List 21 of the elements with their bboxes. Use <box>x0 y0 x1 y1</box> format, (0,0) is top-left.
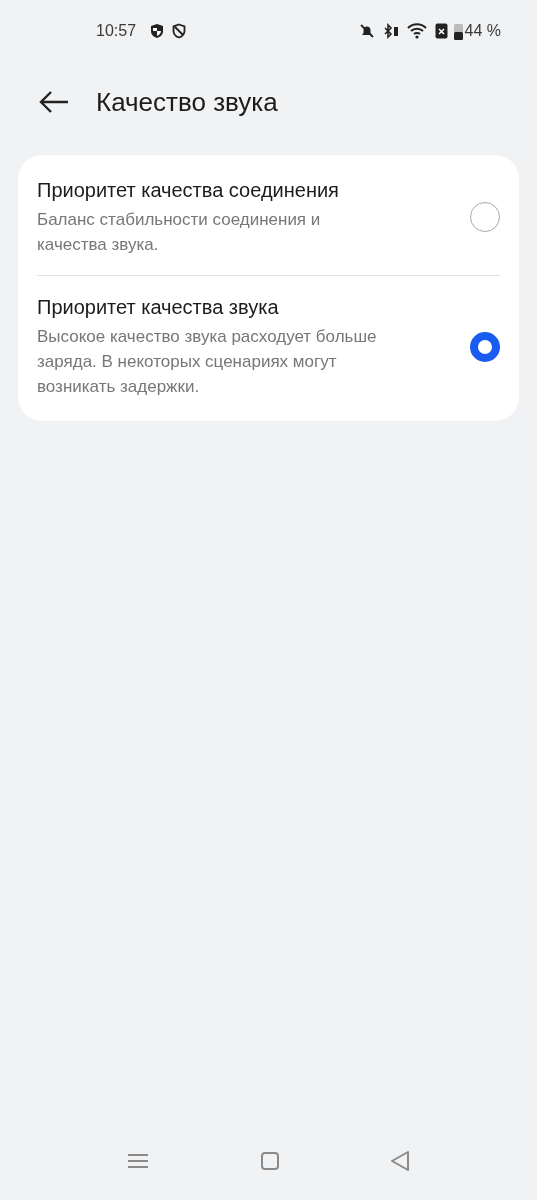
battery-icon <box>453 22 463 40</box>
muted-bell-icon <box>358 23 375 39</box>
option-description: Высокое качество звука расходует больше заряда. В некоторых сценариях могут возникать задержки. <box>37 326 378 398</box>
battery-percent: 44 % <box>464 21 501 41</box>
option-title: Приоритет качества звука <box>37 295 280 320</box>
option-row[interactable]: Приоритет качества звука Высокое качество звука расходует больше заряда. В некоторых сценариях могут возникать задержки. <box>37 275 500 417</box>
back-triangle-icon[interactable] <box>391 1151 409 1171</box>
bluetooth-icon <box>382 23 399 39</box>
menu-icon[interactable] <box>128 1153 148 1169</box>
radio-button[interactable] <box>470 202 500 232</box>
shield-icon <box>150 23 165 39</box>
home-icon[interactable] <box>260 1152 279 1170</box>
option-description: Баланс стабильности соединения и качества звука. <box>37 209 322 256</box>
option-title: Приоритет качества соединения <box>37 178 340 203</box>
shield-outline-icon <box>172 23 187 39</box>
sim-card-icon <box>434 23 448 39</box>
option-row[interactable]: Приоритет качества соединения Баланс стабильности соединения и качества звука. <box>37 159 500 275</box>
status-time: 10:57 <box>96 21 137 41</box>
page-title: Качество звука <box>96 85 278 119</box>
wifi-icon <box>406 23 427 39</box>
radio-button[interactable] <box>470 331 500 362</box>
